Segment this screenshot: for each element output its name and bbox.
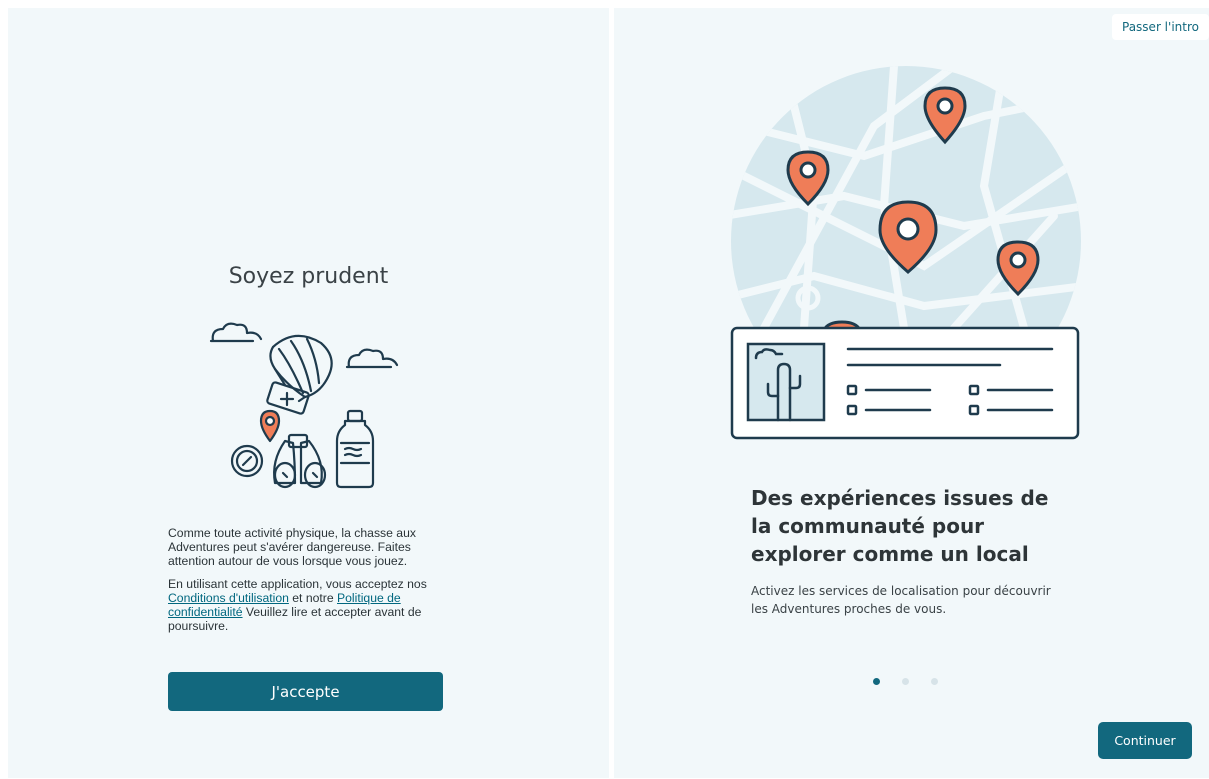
onboarding-description: Activez les services de localisation pou… bbox=[751, 584, 1051, 616]
onboarding-panel: Passer l'intro Des expériences issues de… bbox=[614, 8, 1209, 778]
cloud-icon bbox=[345, 348, 399, 369]
safety-title: Soyez prudent bbox=[228, 264, 389, 289]
page-dot-1[interactable] bbox=[873, 678, 880, 685]
terms-middle: et notre bbox=[288, 591, 337, 605]
parachute-crate-icon bbox=[266, 334, 333, 415]
binoculars-icon bbox=[273, 433, 327, 489]
safety-illustration bbox=[209, 322, 399, 489]
terms-paragraph: En utilisant cette application, vous acc… bbox=[168, 577, 453, 633]
safety-warning: Comme toute activité physique, la chasse… bbox=[168, 526, 416, 568]
safety-text: Comme toute activité physique, la chasse… bbox=[168, 526, 453, 642]
map-icon bbox=[731, 66, 1081, 332]
page-dot-3[interactable] bbox=[931, 678, 938, 685]
page-indicator bbox=[873, 678, 938, 685]
location-illustration bbox=[730, 66, 1081, 440]
skip-intro-button[interactable]: Passer l'intro bbox=[1112, 14, 1209, 40]
location-pin-icon bbox=[259, 409, 281, 443]
continue-button[interactable]: Continuer bbox=[1098, 722, 1192, 759]
safety-panel: Soyez prudent Comme toute activité physi… bbox=[8, 8, 609, 778]
accept-button[interactable]: J'accepte bbox=[168, 672, 443, 711]
water-bottle-icon bbox=[335, 409, 375, 489]
cloud-icon bbox=[209, 322, 263, 343]
page-dot-2[interactable] bbox=[902, 678, 909, 685]
terms-prefix: En utilisant cette application, vous acc… bbox=[168, 577, 427, 591]
onboarding-headline: Des expériences issues de la communauté … bbox=[751, 486, 1049, 566]
adventure-card-icon bbox=[730, 326, 1080, 440]
terms-of-use-link[interactable]: Conditions d'utilisation bbox=[168, 591, 289, 605]
compass-icon bbox=[230, 444, 264, 478]
